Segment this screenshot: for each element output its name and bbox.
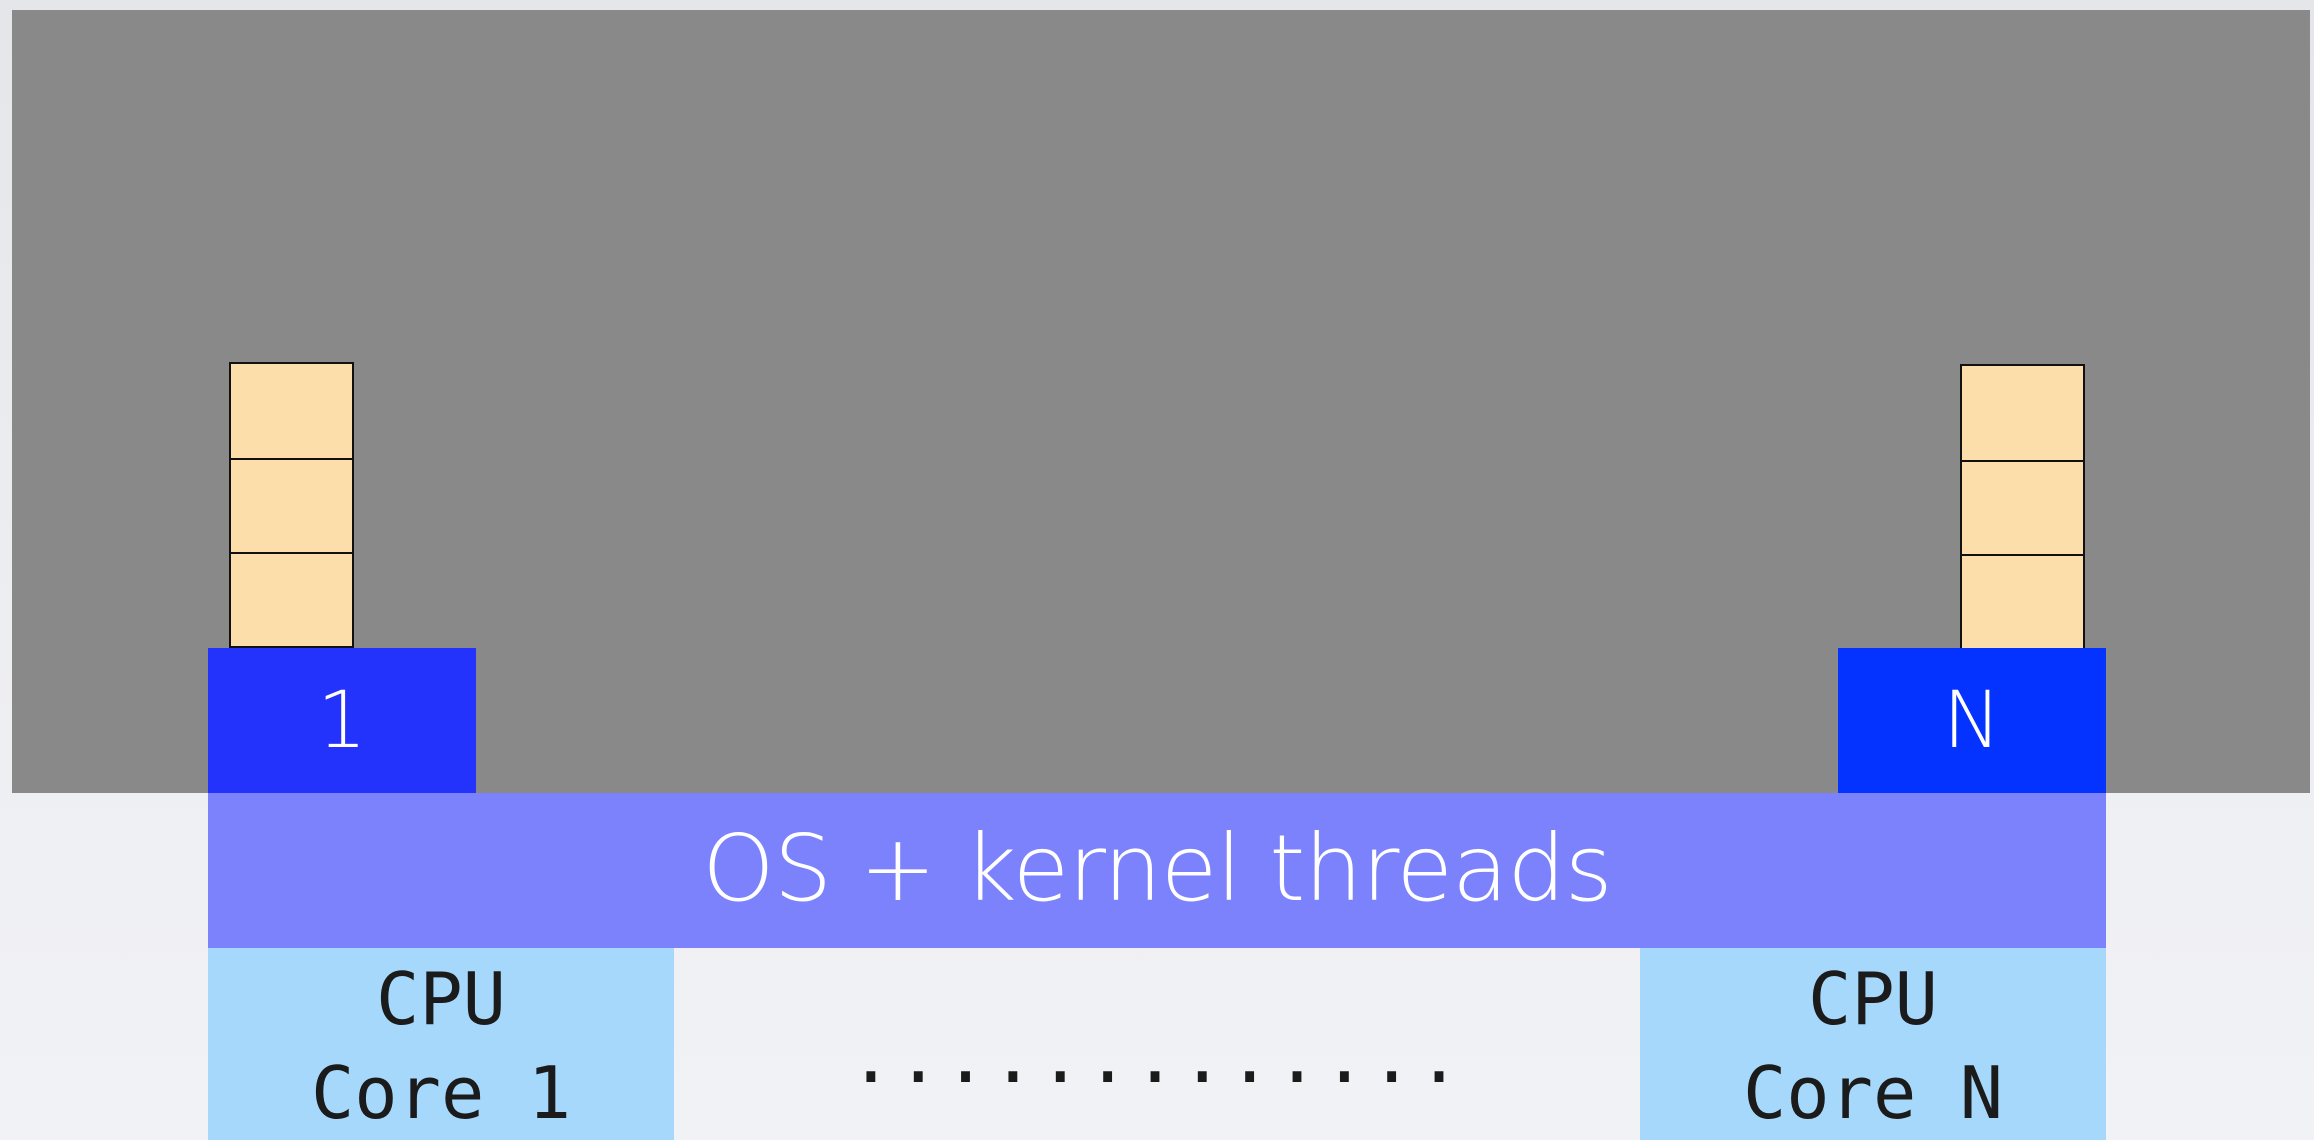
thread-1-box: 1 — [208, 648, 476, 794]
thread-n-box: N — [1838, 648, 2106, 794]
stack-frame-right-middle — [1960, 460, 2085, 556]
cpu-core-n-box: CPU Core N — [1640, 948, 2106, 1140]
stack-frame-right-bottom — [1960, 554, 2085, 650]
ellipsis-separator: ............. — [849, 1015, 1465, 1099]
stack-frame-left-middle — [229, 458, 354, 554]
stack-frame-left-top — [229, 362, 354, 460]
os-kernel-threads-layer: OS + kernel threads — [208, 793, 2106, 948]
os-layer-label: OS + kernel threads — [702, 814, 1612, 922]
cpu-core-n-name: Core N — [1742, 1051, 2004, 1135]
stack-frame-left-bottom — [229, 552, 354, 648]
thread-n-label: N — [1942, 676, 2002, 766]
thread-1-label: 1 — [317, 676, 367, 766]
cpu-core-n-title: CPU — [1807, 957, 1939, 1041]
cpu-core-1-title: CPU — [375, 957, 507, 1041]
stack-frame-right-top — [1960, 364, 2085, 462]
cpu-core-1-name: Core 1 — [310, 1051, 572, 1135]
cpu-core-1-box: CPU Core 1 — [208, 948, 674, 1140]
